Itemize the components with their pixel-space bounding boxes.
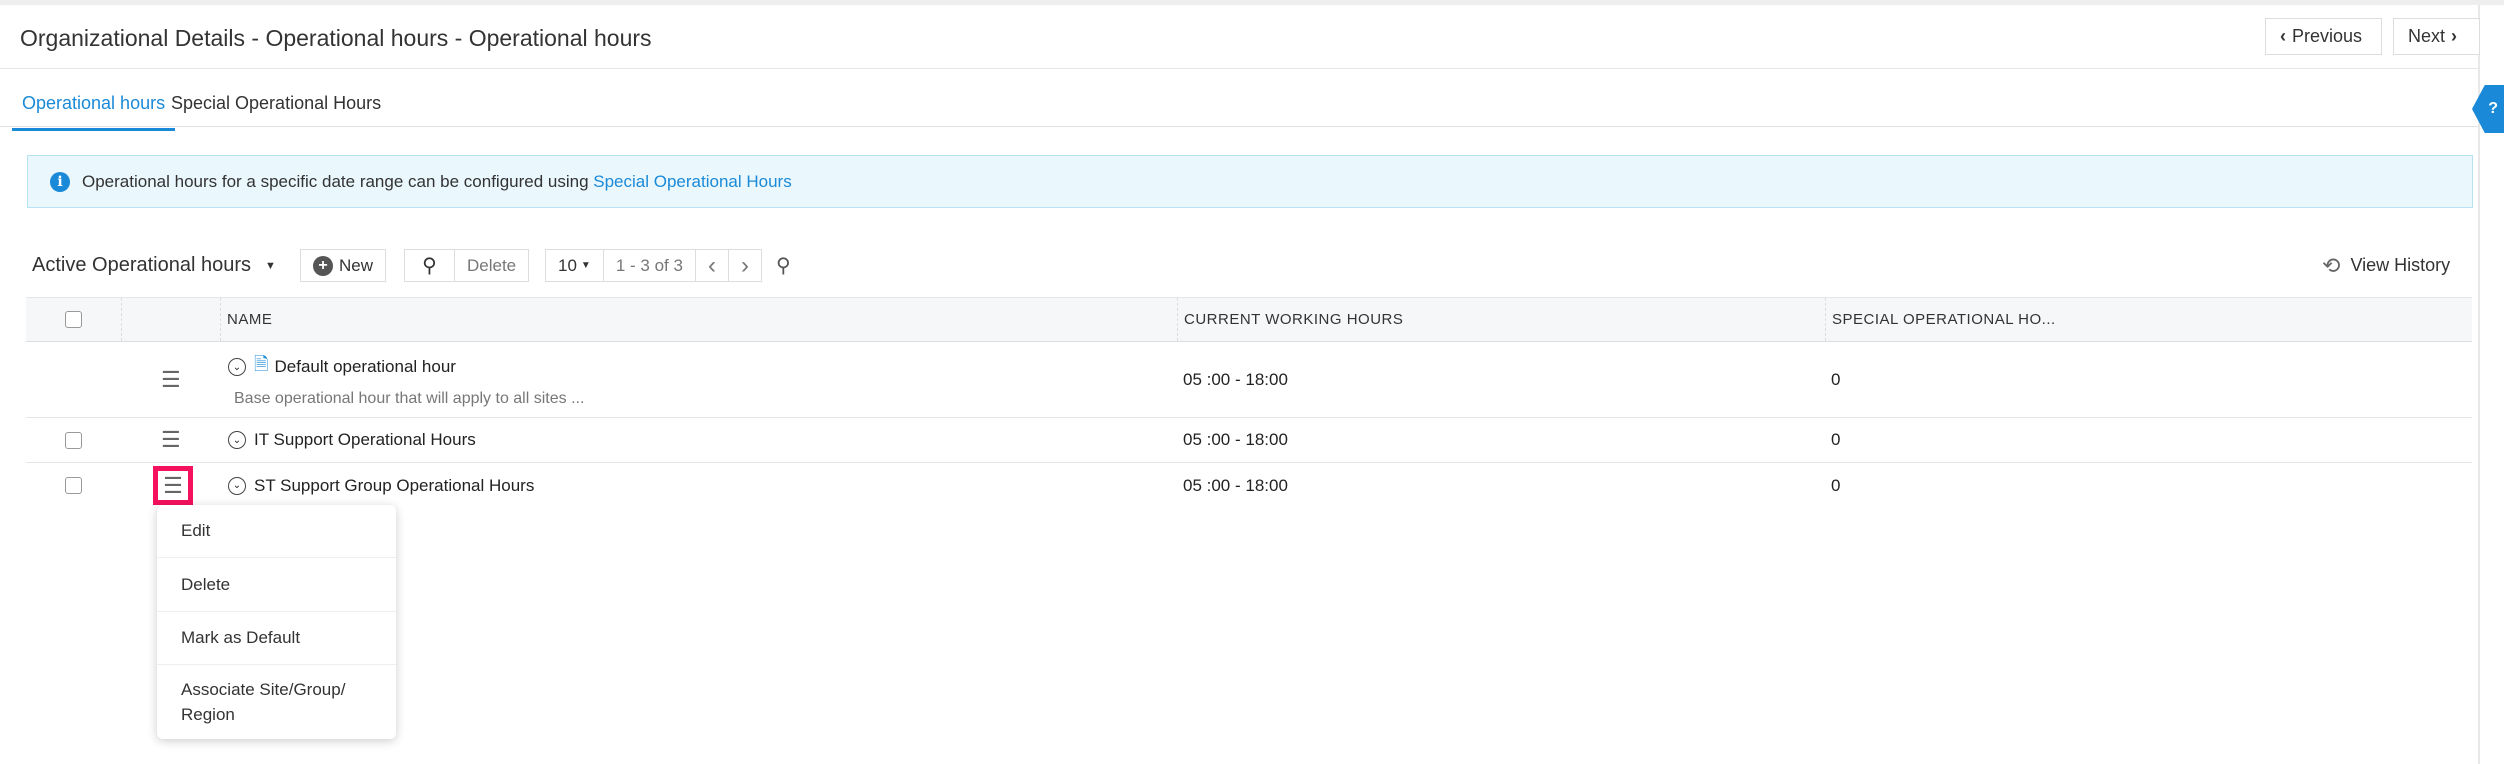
expand-icon[interactable]: ⌄: [228, 431, 246, 449]
search-icon: ⚲: [422, 255, 437, 277]
row-name[interactable]: ST Support Group Operational Hours: [254, 476, 534, 496]
table-header: NAME CURRENT WORKING HOURS SPECIAL OPERA…: [26, 297, 2472, 342]
row-checkbox[interactable]: [65, 431, 82, 449]
menu-item-mark-as-default[interactable]: Mark as Default: [157, 611, 396, 664]
chevron-left-icon: ‹: [707, 251, 716, 279]
zoom-settings-icon[interactable]: ⚲: [776, 253, 791, 278]
page-range: 1 - 3 of 3: [603, 249, 696, 282]
operational-hours-table: NAME CURRENT WORKING HOURS SPECIAL OPERA…: [26, 297, 2472, 508]
expand-icon[interactable]: ⌄: [228, 476, 246, 495]
menu-item-edit[interactable]: Edit: [157, 505, 396, 557]
column-special-operational-hours[interactable]: SPECIAL OPERATIONAL HO...: [1825, 298, 2056, 341]
history-icon: ⟲: [2322, 252, 2341, 278]
select-all-checkbox[interactable]: [65, 311, 82, 328]
view-history-button[interactable]: ⟲ View History: [2322, 249, 2450, 282]
page-size-select[interactable]: 10 ▼: [545, 249, 604, 282]
info-icon: i: [50, 171, 70, 192]
row-name[interactable]: IT Support Operational Hours: [254, 430, 476, 450]
previous-button[interactable]: ‹ Previous: [2265, 18, 2382, 55]
caret-down-icon: ▼: [580, 260, 591, 271]
table-row[interactable]: ☰ ⌄ 🗎 Default operational hour Base operat…: [26, 342, 2472, 418]
search-button[interactable]: ⚲: [404, 249, 455, 282]
prev-page-button[interactable]: ‹: [695, 249, 729, 282]
caret-down-icon: ▼: [265, 259, 276, 272]
table-row[interactable]: ⌄ ST Support Group Operational Hours 05 :…: [26, 463, 2472, 508]
row-description: Base operational hour that will apply to…: [234, 390, 585, 407]
chevron-right-icon: ›: [740, 251, 749, 279]
row-menu-icon[interactable]: ☰: [161, 368, 181, 391]
tab-bar: Operational hours Special Operational Ho…: [0, 69, 2478, 131]
column-current-working-hours[interactable]: CURRENT WORKING HOURS: [1177, 298, 1403, 341]
info-banner: i Operational hours for a specific date …: [27, 155, 2473, 208]
next-page-button[interactable]: ›: [728, 249, 762, 282]
row-name[interactable]: Default operational hour: [274, 357, 455, 377]
delete-button[interactable]: Delete: [455, 249, 530, 282]
menu-item-associate[interactable]: Associate Site/Group/ Region: [157, 664, 396, 739]
row-menu-button-highlighted[interactable]: ☰: [153, 466, 193, 505]
table-row[interactable]: ☰ ⌄ IT Support Operational Hours 05 :00 -…: [26, 418, 2472, 463]
tab-operational-hours[interactable]: Operational hours: [12, 93, 176, 131]
chevron-right-icon: ›: [2451, 26, 2458, 46]
special-operational-hours-link[interactable]: Special Operational Hours: [593, 172, 791, 191]
next-button[interactable]: Next ›: [2393, 18, 2480, 55]
row-special: 0: [1831, 430, 1841, 449]
new-button[interactable]: + New: [300, 249, 387, 282]
banner-text: Operational hours for a specific date ra…: [82, 171, 594, 191]
row-hours: 05 :00 - 18:00: [1183, 430, 1288, 449]
column-name[interactable]: NAME: [220, 298, 272, 341]
menu-item-delete[interactable]: Delete: [157, 557, 396, 611]
default-document-icon: 🗎: [254, 354, 269, 374]
page-header: Organizational Details - Operational hou…: [0, 5, 2480, 69]
expand-icon[interactable]: ⌄: [228, 358, 246, 376]
row-hours: 05 :00 - 18:00: [1183, 475, 1288, 495]
plus-circle-icon: +: [313, 255, 333, 276]
tab-special-operational-hours[interactable]: Special Operational Hours: [171, 93, 381, 128]
view-selector[interactable]: Active Operational hours ▼: [32, 254, 276, 277]
row-context-menu: Edit Delete Mark as Default Associate Si…: [157, 505, 396, 739]
chevron-left-icon: ‹: [2280, 26, 2286, 46]
row-special: 0: [1831, 475, 1841, 495]
row-menu-icon[interactable]: ☰: [161, 429, 181, 451]
row-checkbox[interactable]: [65, 477, 82, 494]
row-special: 0: [1831, 369, 1841, 389]
page-title: Organizational Details - Operational hou…: [20, 25, 652, 51]
row-hours: 05 :00 - 18:00: [1183, 369, 1288, 389]
row-menu-icon: ☰: [163, 472, 183, 498]
